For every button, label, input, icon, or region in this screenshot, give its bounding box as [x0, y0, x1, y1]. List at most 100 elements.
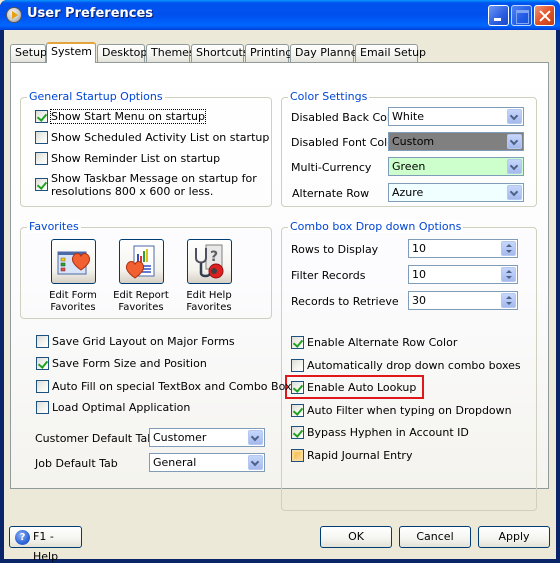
show-start-menu-option[interactable]: Show Start Menu on startup [35, 109, 207, 124]
option-label: Auto Fill on special TextBox and Combo B… [52, 380, 292, 393]
checkbox[interactable] [35, 110, 48, 123]
system-tab-panel: General Startup Options Show Start Menu … [10, 62, 549, 511]
chevron-down-icon[interactable] [507, 159, 522, 174]
app-icon [6, 7, 22, 23]
fav-label: Edit Help Favorites [186, 290, 232, 313]
tab-label: Shortcuts [196, 46, 249, 59]
edit-form-favorites-button[interactable] [50, 239, 96, 284]
auto-fill-textbox-option[interactable]: Auto Fill on special TextBox and Combo B… [36, 380, 291, 393]
load-optimal-application-option[interactable]: Load Optimal Application [36, 401, 190, 414]
option-label-line2: resolutions 800 x 600 or less. [51, 185, 214, 198]
selected-value: Azure [392, 186, 424, 199]
option-label: Show Start Menu on startup [49, 109, 207, 124]
customer-default-tab-select[interactable]: Customer [149, 428, 265, 447]
job-default-tab-select[interactable]: General [149, 453, 265, 472]
checkbox[interactable] [36, 357, 49, 370]
option-label-line1: Show Taskbar Message on startup for [51, 172, 257, 185]
checkbox[interactable] [35, 178, 48, 191]
checkbox[interactable] [291, 404, 304, 417]
chevron-down-icon[interactable] [507, 185, 522, 200]
tab-desktop[interactable]: Desktop [97, 44, 148, 62]
selected-value: White [392, 110, 424, 123]
spin-arrows-icon[interactable] [501, 293, 516, 308]
checkbox[interactable] [36, 401, 49, 414]
help-button[interactable]: ? F1 - Help [9, 526, 82, 563]
option-label: Auto Filter when typing on Dropdown [307, 404, 512, 417]
edit-help-favorites[interactable]: ? Edit Help Favorites [169, 239, 249, 314]
checkbox[interactable] [291, 381, 304, 394]
tab-label: Setup [15, 46, 48, 59]
tab-setup[interactable]: Setup [10, 44, 48, 62]
save-grid-layout-option[interactable]: Save Grid Layout on Major Forms [36, 335, 235, 348]
maximize-button[interactable] [511, 5, 532, 26]
checkbox[interactable] [36, 380, 49, 393]
help-icon: ? [15, 530, 30, 545]
disabled-back-color-label: Disabled Back Color [291, 111, 402, 124]
report-heart-icon [125, 245, 154, 279]
tab-label: Desktop [102, 46, 148, 59]
chevron-down-icon[interactable] [507, 134, 522, 149]
chevron-down-icon[interactable] [248, 455, 263, 470]
tab-themes[interactable]: Themes [146, 44, 195, 62]
ok-button[interactable]: OK [320, 526, 392, 548]
checkbox[interactable] [291, 449, 304, 462]
apply-button[interactable]: Apply [478, 526, 550, 548]
disabled-font-color-select[interactable]: Custom [388, 132, 524, 151]
show-taskbar-message-option[interactable]: Show Taskbar Message on startup for reso… [35, 172, 257, 198]
checkbox[interactable] [291, 336, 304, 349]
option-label: Automatically drop down combo boxes [307, 359, 521, 372]
tab-system[interactable]: System [46, 42, 96, 63]
close-button[interactable] [534, 5, 555, 26]
rapid-journal-entry-option[interactable]: Rapid Journal Entry [291, 449, 412, 462]
option-label: Show Scheduled Activity List on startup [51, 131, 270, 144]
window-title: User Preferences [27, 6, 154, 21]
help-stethoscope-icon: ? [194, 244, 223, 279]
multi-currency-select[interactable]: Green [388, 157, 524, 176]
selected-value: Custom [392, 135, 435, 148]
checkbox[interactable] [36, 335, 49, 348]
cancel-button[interactable]: Cancel [399, 526, 471, 548]
enable-alternate-row-color-option[interactable]: Enable Alternate Row Color [291, 336, 457, 349]
edit-help-favorites-button[interactable]: ? [186, 239, 232, 284]
tab-day-planner[interactable]: Day Planner [290, 44, 362, 62]
group-title: Combo box Drop down Options [288, 220, 464, 233]
option-label: Save Form Size and Position [52, 357, 207, 370]
title-bar[interactable]: User Preferences [0, 0, 560, 30]
filter-records-stepper[interactable]: 10 [408, 265, 518, 284]
button-label: OK [348, 530, 364, 543]
option-label: Enable Auto Lookup [307, 381, 417, 394]
bypass-hyphen-option[interactable]: Bypass Hyphen in Account ID [291, 426, 469, 439]
spin-arrows-icon[interactable] [501, 267, 516, 282]
auto-drop-down-combo-option[interactable]: Automatically drop down combo boxes [291, 359, 521, 372]
alternate-row-select[interactable]: Azure [388, 183, 524, 202]
checkbox[interactable] [35, 152, 48, 165]
tab-shortcuts[interactable]: Shortcuts [191, 44, 249, 62]
tab-email-setup[interactable]: Email Setup [355, 44, 426, 62]
tab-label: Printing [250, 46, 293, 59]
chevron-down-icon[interactable] [507, 109, 522, 124]
option-label: Save Grid Layout on Major Forms [52, 335, 235, 348]
option-label: Load Optimal Application [52, 401, 191, 414]
enable-auto-lookup-option[interactable]: Enable Auto Lookup [291, 381, 416, 394]
rows-to-display-stepper[interactable]: 10 [408, 239, 518, 258]
records-to-retrieve-stepper[interactable]: 30 [408, 291, 518, 310]
disabled-back-color-select[interactable]: White [388, 107, 524, 126]
minimize-button[interactable] [488, 5, 509, 26]
option-label: Rapid Journal Entry [307, 449, 413, 462]
tab-label: Day Planner [295, 46, 362, 59]
disabled-font-color-label: Disabled Font Color [291, 136, 399, 149]
tab-printing[interactable]: Printing [245, 44, 293, 62]
checkbox[interactable] [35, 131, 48, 144]
checkbox[interactable] [291, 426, 304, 439]
alternate-row-label: Alternate Row [292, 187, 370, 200]
edit-report-favorites-button[interactable] [118, 239, 164, 284]
show-reminder-list-option[interactable]: Show Reminder List on startup [35, 152, 220, 165]
chevron-down-icon[interactable] [248, 430, 263, 445]
checkbox[interactable] [291, 359, 304, 372]
save-form-size-option[interactable]: Save Form Size and Position [36, 357, 207, 370]
form-heart-icon [57, 251, 90, 275]
show-scheduled-activity-option[interactable]: Show Scheduled Activity List on startup [35, 131, 269, 144]
auto-filter-dropdown-option[interactable]: Auto Filter when typing on Dropdown [291, 404, 512, 417]
combo-dropdown-options-group: Combo box Drop down Options Rows to Disp… [281, 220, 537, 511]
spin-arrows-icon[interactable] [501, 241, 516, 256]
